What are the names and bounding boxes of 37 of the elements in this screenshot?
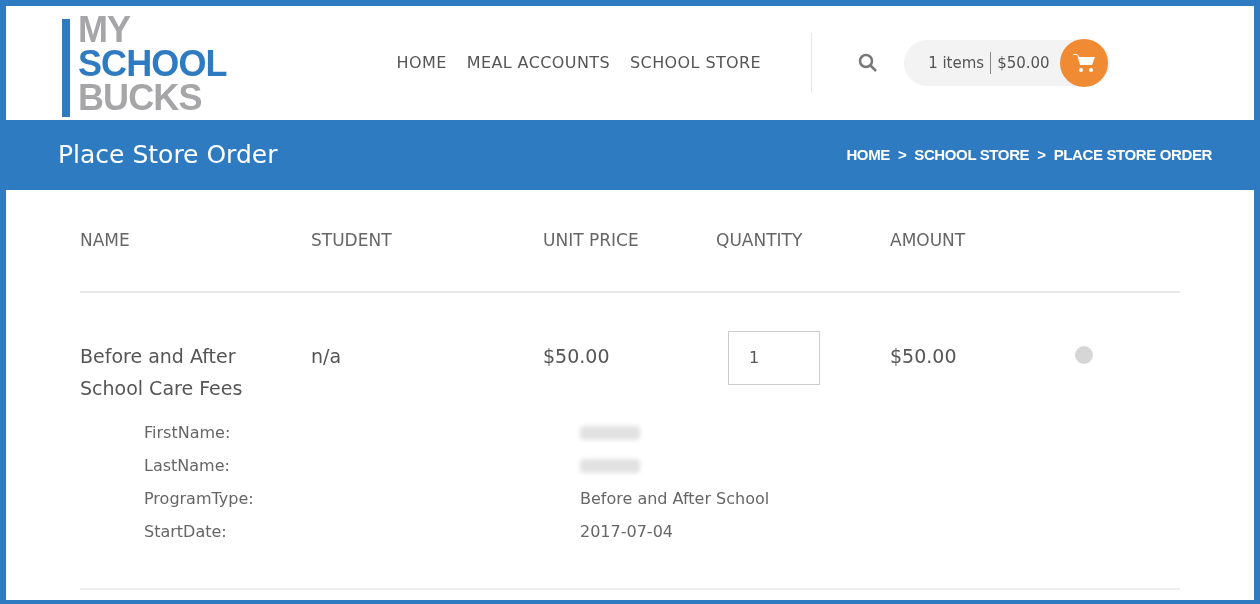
logo-text: MY <box>78 13 132 47</box>
column-header: QUANTITY <box>716 229 803 250</box>
breadcrumb-link[interactable]: HOME <box>846 143 890 167</box>
cart-button[interactable] <box>1059 39 1108 87</box>
cart-icon <box>1071 52 1096 74</box>
column-header: UNIT PRICE <box>543 229 639 250</box>
student-cell: n/a <box>311 345 342 367</box>
nav-link[interactable]: SCHOOL STORE <box>630 51 762 75</box>
nav-link[interactable]: MEAL ACCOUNTS <box>466 51 611 75</box>
detail-label: LastName: <box>144 455 231 477</box>
search-icon[interactable] <box>858 53 879 73</box>
breadcrumb-link[interactable]: SCHOOL STORE <box>914 143 1030 167</box>
breadcrumb-separator: > <box>1037 144 1046 165</box>
detail-label: ProgramType: <box>144 488 255 510</box>
detail-value: 2017-07-04 <box>580 521 673 543</box>
logo-text: BUCKS <box>78 81 203 115</box>
nav-link[interactable]: HOME <box>396 51 447 75</box>
logo-text: SCHOOL <box>78 47 227 81</box>
quantity-input[interactable]: 1 <box>728 330 820 385</box>
blurred-value <box>580 425 640 440</box>
breadcrumb-separator: > <box>897 144 907 165</box>
unit-price: $50.00 <box>543 345 610 367</box>
detail-label: StartDate: <box>144 521 228 543</box>
cart-item-count: 1 items <box>928 51 992 75</box>
cart-summary[interactable]: 1 items $50.00 <box>904 40 1110 86</box>
blurred-value <box>580 458 640 473</box>
breadcrumb-link[interactable]: PLACE STORE ORDER <box>1053 143 1212 167</box>
amount-cell: $50.00 <box>890 345 957 367</box>
column-header: NAME <box>80 229 130 250</box>
column-header: AMOUNT <box>890 229 966 250</box>
column-header: STUDENT <box>311 229 392 250</box>
detail-label: FirstName: <box>144 422 232 444</box>
remove-icon[interactable] <box>1075 346 1093 364</box>
page-title: Place Store Order <box>58 139 278 172</box>
detail-value: Before and After School <box>580 488 770 510</box>
cart-total: $50.00 <box>996 52 1051 74</box>
item-name: Before and After School Care Fees <box>80 344 244 401</box>
